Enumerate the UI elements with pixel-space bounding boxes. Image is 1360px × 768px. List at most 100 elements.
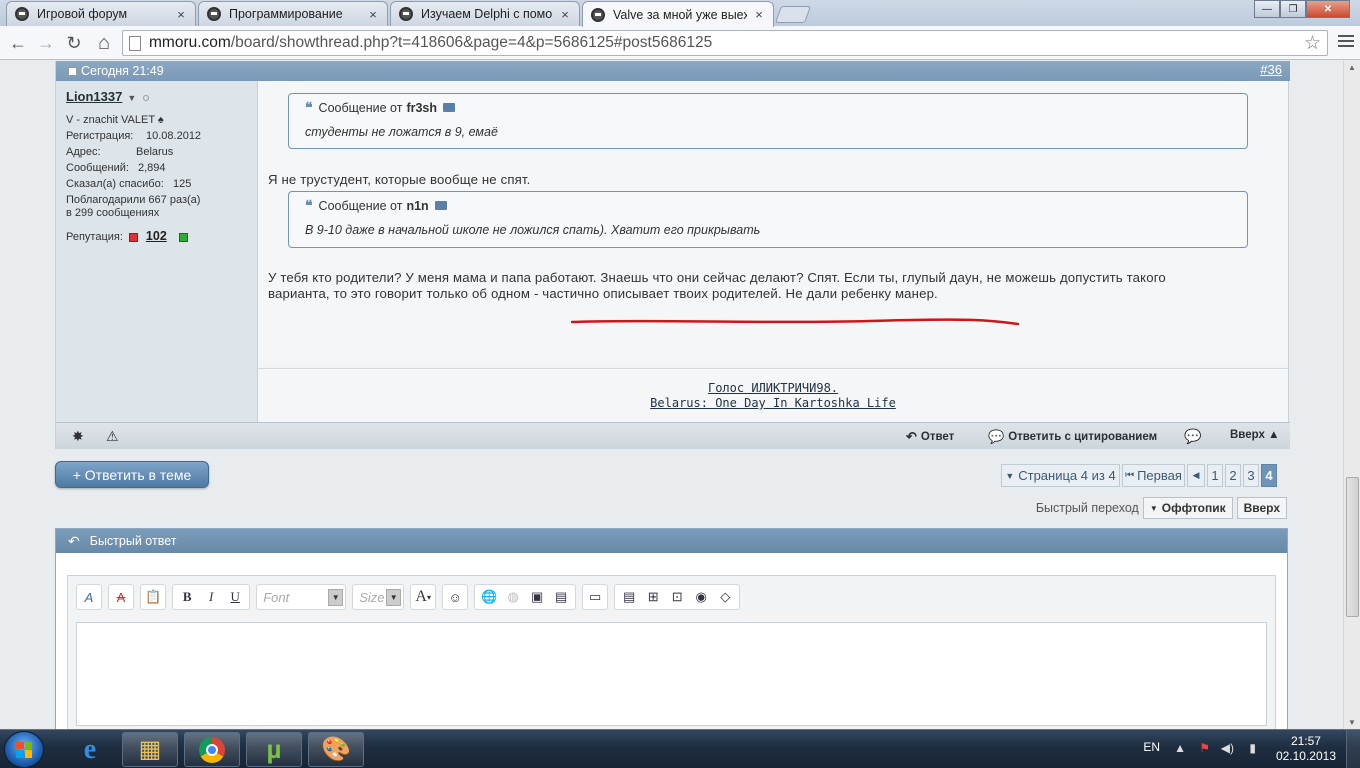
tab-programming[interactable]: Программирование × xyxy=(198,1,388,26)
signature-link[interactable]: Belarus: One Day In Kartoshka Life xyxy=(258,396,1288,411)
clock[interactable]: 21:57 02.10.2013 xyxy=(1276,734,1336,764)
quote-bubble-icon[interactable]: ▭ xyxy=(582,584,609,610)
view-post-icon[interactable] xyxy=(443,103,456,112)
page-scrollbar[interactable]: ▲ ▼ xyxy=(1343,61,1360,729)
home-icon[interactable]: ⌂ xyxy=(92,31,116,55)
back-icon[interactable]: ← xyxy=(6,31,30,55)
site-skull-icon xyxy=(591,7,605,22)
collapse-arrow-icon[interactable]: ↶ xyxy=(68,533,80,550)
tab-close-icon[interactable]: × xyxy=(753,7,765,22)
quick-reply-panel: ↶ Быстрый ответ A A 📋 B I U Font ▼ Size ▼ … xyxy=(55,528,1288,729)
insert-video-icon[interactable]: ▤ xyxy=(549,589,573,605)
volume-icon[interactable]: ◀) xyxy=(1221,741,1234,755)
reply-post-button[interactable]: ↶ Ответ xyxy=(906,429,954,445)
post-footer: ✸ ⚠ ↶ Ответ 💬 Ответить с цитированием 💬 Вв… xyxy=(56,422,1290,449)
reply-with-quote-button[interactable]: 💬 Ответить с цитированием xyxy=(988,429,1157,445)
reputation-plus-icon[interactable] xyxy=(178,232,188,242)
quick-reply-header[interactable]: ↶ Быстрый ответ xyxy=(56,529,1287,553)
file-explorer-icon[interactable]: ▦ xyxy=(122,732,178,767)
text-color-icon[interactable]: A ▾ xyxy=(410,584,437,610)
report-warning-icon[interactable]: ⚠ xyxy=(106,428,119,445)
bold-icon[interactable]: B xyxy=(175,589,199,605)
username-link[interactable]: Lion1337 xyxy=(66,89,122,104)
start-button[interactable] xyxy=(4,731,44,768)
chrome-icon[interactable] xyxy=(184,732,240,767)
signature-link[interactable]: Голос ИЛИКТРИЧИ98. xyxy=(258,381,1288,396)
quote-author: n1n xyxy=(406,198,429,213)
post-status-icon xyxy=(68,66,77,76)
page-link-2[interactable]: 2 xyxy=(1225,464,1241,487)
size-select[interactable]: Size ▼ xyxy=(352,584,405,610)
tab-close-icon[interactable]: × xyxy=(367,7,379,22)
page-link-3[interactable]: 3 xyxy=(1243,464,1259,487)
forum-post: Сегодня 21:49 #36 Lion1337 ▼ V - znachit… xyxy=(55,61,1290,449)
reputation-minus-icon[interactable] xyxy=(128,232,138,242)
page-count-dropdown[interactable]: ▼ Страница 4 из 4 xyxy=(1001,464,1120,487)
browser-tab-strip: Игровой форум × Программирование × Изуча… xyxy=(0,0,1360,27)
browser-menu-icon[interactable] xyxy=(1338,35,1354,50)
internet-explorer-icon[interactable]: e xyxy=(62,732,118,767)
language-indicator[interactable]: EN xyxy=(1143,740,1160,754)
smiley-icon[interactable]: ☺ xyxy=(442,584,469,610)
new-tab-button[interactable] xyxy=(774,6,812,23)
windows-logo-icon xyxy=(16,741,32,758)
network-icon[interactable]: ⚑ xyxy=(1199,741,1210,755)
reply-to-thread-button[interactable]: + Ответить в теме xyxy=(55,461,209,488)
tab-delphi[interactable]: Изучаем Delphi с помощ × xyxy=(390,1,580,26)
utorrent-icon[interactable]: µ xyxy=(246,732,302,767)
window-controls: — ❐ ✕ xyxy=(1254,0,1350,18)
scroll-down-icon[interactable]: ▼ xyxy=(1348,718,1356,727)
forward-icon[interactable]: → xyxy=(34,31,58,55)
remove-link-icon[interactable]: ◍ xyxy=(501,589,525,605)
reload-icon[interactable]: ↻ xyxy=(62,31,86,55)
first-page-link[interactable]: ⏮ Первая xyxy=(1122,464,1185,487)
preview-eye-icon[interactable]: ◉ xyxy=(689,589,713,605)
show-desktop-button[interactable] xyxy=(1346,730,1360,768)
back-to-top-button[interactable]: Вверх ▲ xyxy=(1230,429,1279,441)
tab-close-icon[interactable]: × xyxy=(559,7,571,22)
red-underline-annotation xyxy=(570,318,1020,326)
underline-icon[interactable]: U xyxy=(223,589,247,605)
scrollbar-thumb[interactable] xyxy=(1346,477,1359,617)
message-textarea[interactable] xyxy=(76,622,1267,726)
remove-format-icon[interactable]: A xyxy=(76,584,102,610)
page-link-1[interactable]: 1 xyxy=(1207,464,1223,487)
clear-format-icon[interactable]: A xyxy=(108,584,134,610)
multi-quote-icon[interactable]: 💬 xyxy=(1184,428,1201,445)
prev-page-icon[interactable]: ◀ xyxy=(1187,464,1205,487)
quote-text: студенты не ложатся в 9, емаё xyxy=(305,125,498,139)
minimize-button[interactable]: — xyxy=(1254,0,1280,18)
address-bar[interactable]: mmoru.com/board/showthread.php?t=418606&… xyxy=(122,30,1328,56)
decrease-size-icon[interactable]: ⊡ xyxy=(665,589,689,605)
view-post-icon[interactable] xyxy=(434,201,447,210)
paint-icon[interactable]: 🎨 xyxy=(308,732,364,767)
tab-close-icon[interactable]: × xyxy=(175,7,187,22)
tab-game-forum[interactable]: Игровой форум × xyxy=(6,1,196,26)
increase-size-icon[interactable]: ⊞ xyxy=(641,589,665,605)
insert-link-icon[interactable]: 🌐 xyxy=(477,589,501,605)
paste-icon[interactable]: 📋 xyxy=(140,584,167,610)
italic-icon[interactable]: I xyxy=(199,589,223,605)
star-icon[interactable]: ✸ xyxy=(72,428,84,445)
tab-valve[interactable]: Valve за мной уже выехал × xyxy=(582,1,774,27)
font-select[interactable]: Font ▼ xyxy=(256,584,347,610)
switch-mode-icon[interactable]: ◇ xyxy=(713,589,737,605)
reputation-value[interactable]: 102 xyxy=(146,229,167,243)
text-style-group: B I U xyxy=(172,584,251,610)
insert-image-icon[interactable]: ▣ xyxy=(525,589,549,605)
power-icon[interactable]: ▮ xyxy=(1249,741,1256,755)
bookmark-star-icon[interactable]: ☆ xyxy=(1304,32,1321,55)
forum-select[interactable]: ▼ Оффтопик xyxy=(1142,497,1233,519)
page-viewport: Сегодня 21:49 #36 Lion1337 ▼ V - znachit… xyxy=(0,61,1343,729)
url-host: mmoru.com xyxy=(149,34,231,51)
site-skull-icon xyxy=(399,7,413,21)
show-hidden-icons-icon[interactable]: ▲ xyxy=(1174,741,1186,755)
close-window-button[interactable]: ✕ xyxy=(1306,0,1350,18)
user-menu-arrow-icon[interactable]: ▼ xyxy=(127,93,136,103)
post-header: Сегодня 21:49 #36 xyxy=(56,61,1290,81)
post-number-link[interactable]: #36 xyxy=(1260,62,1282,77)
align-icon[interactable]: ▤ xyxy=(617,589,641,605)
scroll-up-icon[interactable]: ▲ xyxy=(1348,63,1356,72)
maximize-button[interactable]: ❐ xyxy=(1280,0,1306,18)
go-button[interactable]: Вверх xyxy=(1236,497,1287,519)
